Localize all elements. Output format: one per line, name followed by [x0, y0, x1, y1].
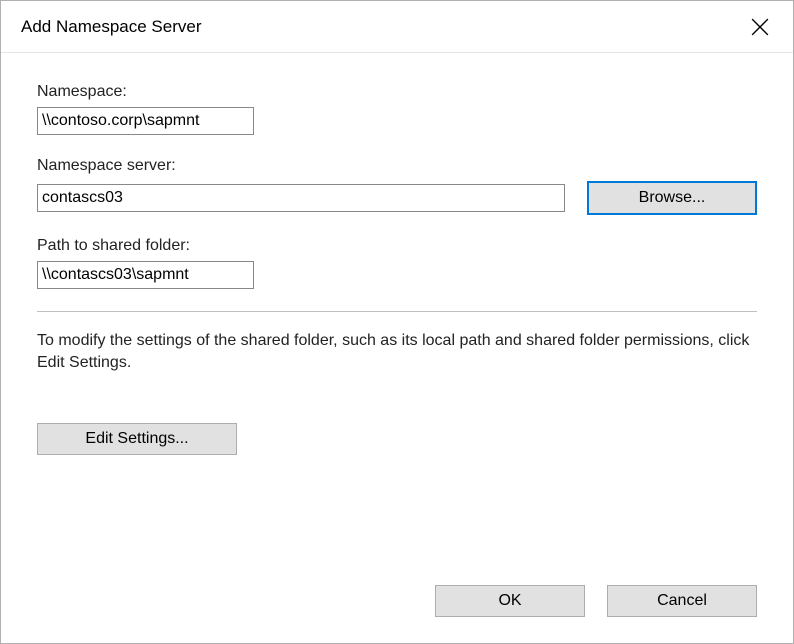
path-group: Path to shared folder:: [37, 237, 757, 289]
ok-button[interactable]: OK: [435, 585, 585, 617]
dialog-title: Add Namespace Server: [21, 17, 201, 37]
edit-settings-button[interactable]: Edit Settings...: [37, 423, 237, 455]
dialog-window: Add Namespace Server Namespace: Namespac…: [0, 0, 794, 644]
edit-settings-wrap: Edit Settings...: [37, 423, 757, 455]
button-bar: OK Cancel: [1, 575, 793, 643]
titlebar: Add Namespace Server: [1, 1, 793, 53]
namespace-label: Namespace:: [37, 83, 757, 101]
namespace-group: Namespace:: [37, 83, 757, 135]
divider: [37, 311, 757, 312]
dialog-content: Namespace: Namespace server: Browse... P…: [1, 53, 793, 575]
path-input[interactable]: [37, 261, 254, 289]
browse-button[interactable]: Browse...: [587, 181, 757, 215]
namespace-input[interactable]: [37, 107, 254, 135]
info-text: To modify the settings of the shared fol…: [37, 330, 757, 375]
server-input[interactable]: [37, 184, 565, 212]
server-row: Browse...: [37, 181, 757, 215]
server-group: Namespace server: Browse...: [37, 157, 757, 215]
close-icon: [751, 18, 769, 36]
cancel-button[interactable]: Cancel: [607, 585, 757, 617]
path-label: Path to shared folder:: [37, 237, 757, 255]
server-label: Namespace server:: [37, 157, 757, 175]
close-button[interactable]: [737, 4, 783, 50]
